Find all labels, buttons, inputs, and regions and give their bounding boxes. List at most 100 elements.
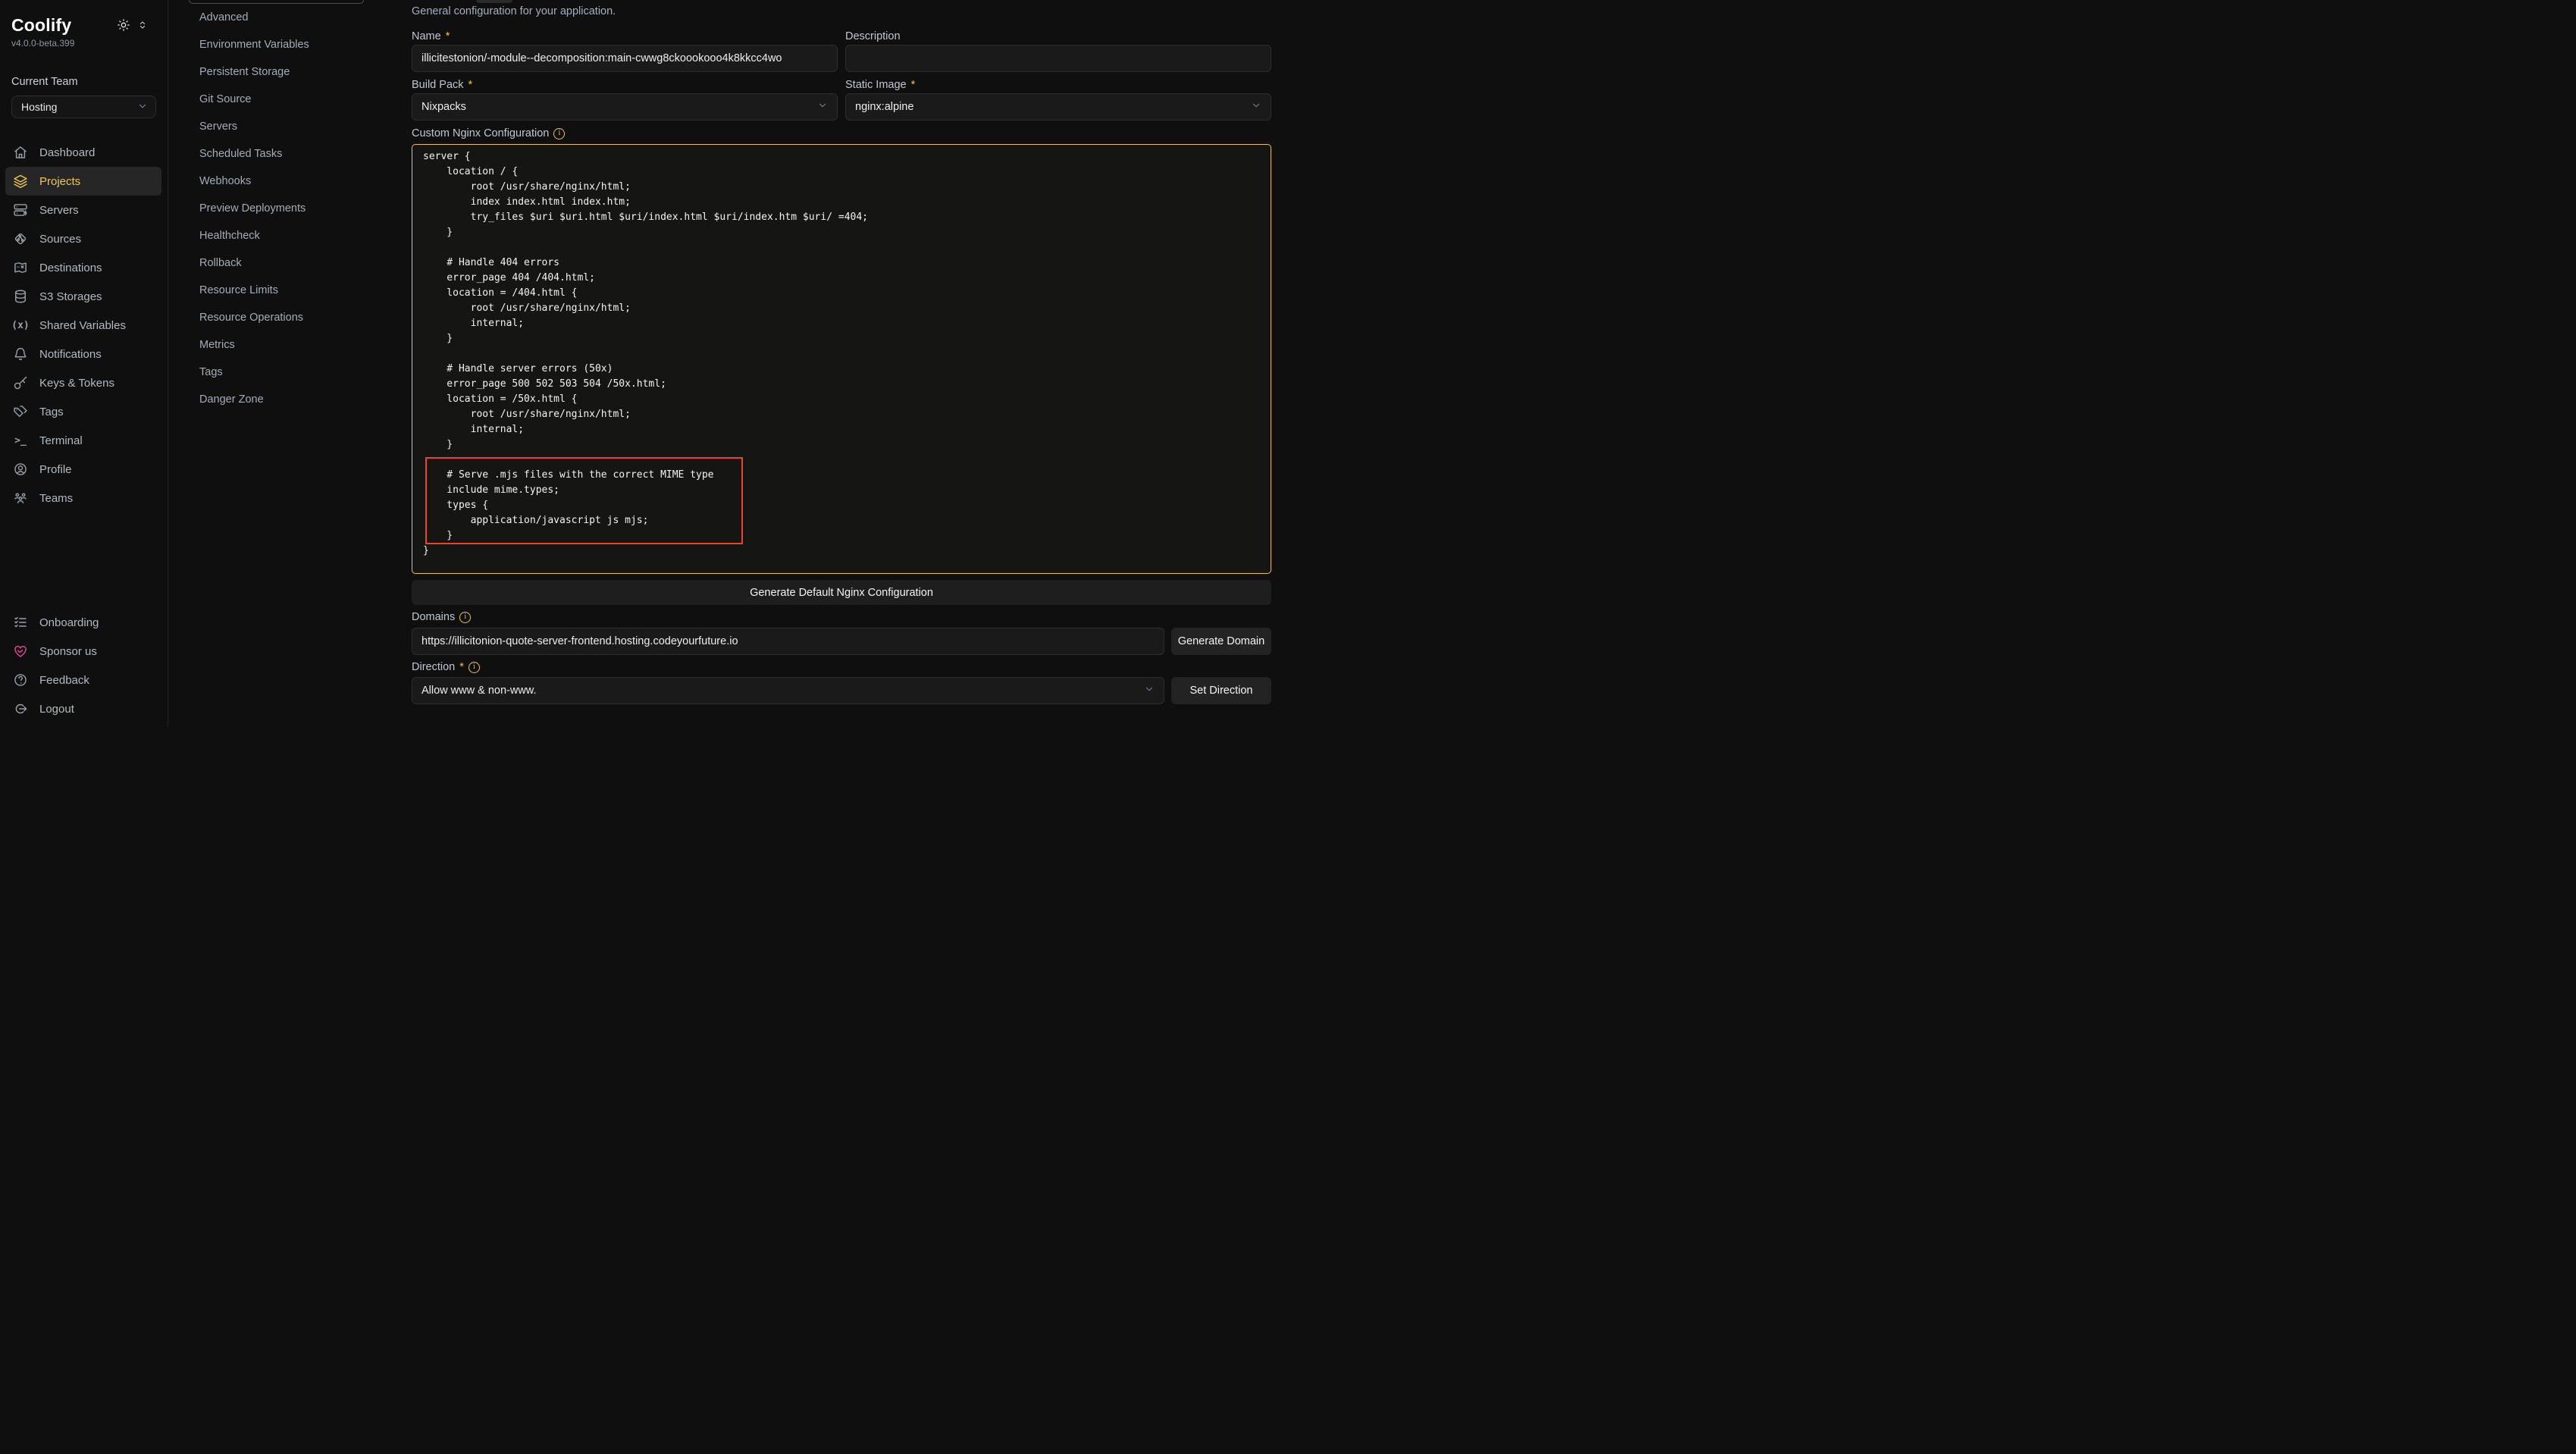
settings-subnav: Advanced Environment Variables Persisten… bbox=[168, 0, 412, 727]
subnav-item-rollback[interactable]: Rollback bbox=[168, 249, 412, 277]
sidebar-item-label: Teams bbox=[39, 492, 73, 505]
sidebar-item-s3-storages[interactable]: S3 Storages bbox=[5, 282, 161, 311]
description-input[interactable] bbox=[845, 45, 1271, 72]
sidebar-item-sources[interactable]: Sources bbox=[5, 224, 161, 253]
bell-icon bbox=[13, 346, 28, 362]
sidebar-item-label: Tags bbox=[39, 406, 64, 418]
team-select-value: Hosting bbox=[21, 101, 57, 113]
subnav-item-advanced[interactable]: Advanced bbox=[168, 4, 412, 31]
subnav-item-resource-limits[interactable]: Resource Limits bbox=[168, 277, 412, 304]
sidebar-item-label: Projects bbox=[39, 175, 80, 188]
subnav-item-healthcheck[interactable]: Healthcheck bbox=[168, 222, 412, 249]
sidebar-item-label: Shared Variables bbox=[39, 319, 126, 332]
generate-nginx-button[interactable]: Generate Default Nginx Configuration bbox=[412, 580, 1271, 605]
subnav-item-scheduled-tasks[interactable]: Scheduled Tasks bbox=[168, 140, 412, 168]
generate-domain-button[interactable]: Generate Domain bbox=[1171, 628, 1271, 655]
sidebar-item-tags[interactable]: Tags bbox=[5, 397, 161, 426]
logo-icons bbox=[117, 18, 148, 36]
key-icon bbox=[13, 375, 28, 390]
nginx-config-label: Custom Nginx Configuration i bbox=[412, 127, 1271, 140]
sidebar-item-notifications[interactable]: Notifications bbox=[5, 340, 161, 368]
collapse-chevrons-icon[interactable] bbox=[137, 20, 148, 34]
subnav-item-danger-zone[interactable]: Danger Zone bbox=[168, 386, 412, 413]
required-asterisk: * bbox=[911, 78, 916, 92]
sidebar-item-label: Logout bbox=[39, 703, 74, 716]
subnav-item-servers[interactable]: Servers bbox=[168, 113, 412, 140]
sidebar-item-feedback[interactable]: Feedback bbox=[5, 666, 161, 694]
direction-row: Allow www & non-www. Set Direction bbox=[412, 677, 1271, 704]
chevron-down-icon bbox=[1144, 684, 1155, 697]
app-window: Coolify v4.0.0-beta.399 Current Team Hos… bbox=[0, 0, 1288, 727]
sidebar-item-logout[interactable]: Logout bbox=[5, 694, 161, 723]
direction-select[interactable]: Allow www & non-www. bbox=[412, 677, 1164, 704]
static-image-label: Static Image* bbox=[845, 78, 1271, 92]
top-partial-element bbox=[476, 0, 512, 3]
sidebar-item-shared-variables[interactable]: (x) Shared Variables bbox=[5, 311, 161, 340]
sidebar-nav: Dashboard Projects Servers Sources Desti… bbox=[0, 138, 168, 512]
nginx-config-editor[interactable]: server { location / { root /usr/share/ng… bbox=[412, 144, 1271, 574]
home-icon bbox=[13, 145, 28, 160]
app-version: v4.0.0-beta.399 bbox=[0, 38, 168, 49]
user-circle-icon bbox=[13, 462, 28, 477]
sidebar-item-label: Servers bbox=[39, 204, 79, 217]
main-content: General configuration for your applicati… bbox=[412, 0, 1288, 727]
sidebar-item-onboarding[interactable]: Onboarding bbox=[5, 608, 161, 637]
help-circle-icon bbox=[13, 672, 28, 688]
info-icon[interactable]: i bbox=[459, 612, 471, 623]
braces-x-icon: (x) bbox=[13, 318, 28, 333]
sidebar-item-label: Destinations bbox=[39, 262, 102, 274]
app-logo: Coolify bbox=[11, 15, 71, 36]
current-team-label: Current Team bbox=[11, 76, 168, 88]
subnav-item-webhooks[interactable]: Webhooks bbox=[168, 168, 412, 195]
chevron-down-icon bbox=[137, 101, 148, 114]
checklist-icon bbox=[13, 615, 28, 630]
subnav-item-tags[interactable]: Tags bbox=[168, 359, 412, 386]
domains-row: Generate Domain bbox=[412, 628, 1271, 655]
domains-input[interactable] bbox=[412, 628, 1164, 655]
static-image-value: nginx:alpine bbox=[855, 101, 914, 113]
subnav-item-git-source[interactable]: Git Source bbox=[168, 86, 412, 113]
sidebar: Coolify v4.0.0-beta.399 Current Team Hos… bbox=[0, 0, 168, 727]
required-asterisk: * bbox=[469, 78, 473, 92]
users-icon bbox=[13, 490, 28, 506]
theme-toggle-sun-icon[interactable] bbox=[117, 18, 130, 36]
sidebar-item-projects[interactable]: Projects bbox=[5, 167, 161, 196]
sidebar-item-label: Feedback bbox=[39, 674, 89, 687]
sidebar-item-terminal[interactable]: >_ Terminal bbox=[5, 426, 161, 455]
static-image-select[interactable]: nginx:alpine bbox=[845, 93, 1271, 121]
logout-icon bbox=[13, 701, 28, 716]
sidebar-item-label: Notifications bbox=[39, 348, 102, 361]
subnav-item-metrics[interactable]: Metrics bbox=[168, 331, 412, 359]
chevron-down-icon bbox=[817, 100, 828, 114]
sidebar-item-servers[interactable]: Servers bbox=[5, 196, 161, 224]
heart-icon bbox=[13, 644, 28, 659]
subnav-item-resource-operations[interactable]: Resource Operations bbox=[168, 304, 412, 331]
info-icon[interactable]: i bbox=[469, 662, 480, 673]
sidebar-item-label: Keys & Tokens bbox=[39, 377, 114, 390]
tags-icon bbox=[13, 404, 28, 419]
name-input[interactable] bbox=[412, 45, 838, 72]
sidebar-item-label: Sources bbox=[39, 233, 81, 246]
sidebar-item-dashboard[interactable]: Dashboard bbox=[5, 138, 161, 167]
sidebar-item-label: Onboarding bbox=[39, 616, 99, 629]
sidebar-item-destinations[interactable]: Destinations bbox=[5, 253, 161, 282]
build-pack-select[interactable]: Nixpacks bbox=[412, 93, 838, 121]
sidebar-item-keys-tokens[interactable]: Keys & Tokens bbox=[5, 368, 161, 397]
subnav-item-persistent-storage[interactable]: Persistent Storage bbox=[168, 58, 412, 86]
sidebar-item-sponsor[interactable]: Sponsor us bbox=[5, 637, 161, 666]
set-direction-button[interactable]: Set Direction bbox=[1171, 677, 1271, 704]
terminal-icon: >_ bbox=[13, 433, 28, 448]
domains-label: Domains i bbox=[412, 610, 1271, 624]
info-icon[interactable]: i bbox=[553, 128, 565, 139]
subnav-item-environment-variables[interactable]: Environment Variables bbox=[168, 31, 412, 58]
logo-row: Coolify bbox=[0, 0, 168, 36]
sidebar-item-label: S3 Storages bbox=[39, 290, 102, 303]
subnav-item-preview-deployments[interactable]: Preview Deployments bbox=[168, 195, 412, 222]
team-select[interactable]: Hosting bbox=[11, 96, 156, 118]
nginx-config-code[interactable]: server { location / { root /usr/share/ng… bbox=[412, 145, 1271, 574]
sidebar-item-profile[interactable]: Profile bbox=[5, 455, 161, 484]
sidebar-item-teams[interactable]: Teams bbox=[5, 484, 161, 512]
name-label: Name* bbox=[412, 30, 838, 43]
direction-value: Allow www & non-www. bbox=[421, 685, 537, 697]
layers-icon bbox=[13, 174, 28, 189]
